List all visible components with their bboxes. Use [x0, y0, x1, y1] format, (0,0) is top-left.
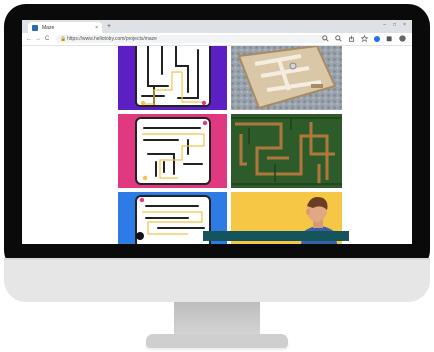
screen: Maze × + – □ × ← → C 🔒 https://www.hello…: [22, 20, 412, 244]
close-window-button[interactable]: ×: [403, 22, 406, 28]
maximize-button[interactable]: □: [393, 22, 396, 28]
zoom-icon[interactable]: [335, 35, 342, 42]
monitor-stand-foot: [146, 334, 288, 348]
share-icon[interactable]: [348, 35, 355, 42]
extension-icon[interactable]: [374, 35, 380, 42]
pink-maze-drawing: [118, 114, 227, 188]
purple-maze-drawing: [118, 46, 227, 110]
profile-avatar-icon[interactable]: [399, 35, 406, 42]
purple-maze-tile[interactable]: [118, 46, 227, 110]
toolbar-icons: [322, 35, 406, 42]
monitor-chin: [4, 258, 430, 302]
new-tab-button[interactable]: +: [107, 22, 111, 31]
browser-tab-bar: Maze × + – □ ×: [22, 20, 412, 33]
cookie-banner[interactable]: [203, 231, 349, 241]
search-icon[interactable]: [322, 35, 329, 42]
window-controls: – □ ×: [383, 22, 406, 28]
browser-toolbar: ← → C 🔒 https://www.hellotoby.com/projec…: [22, 33, 412, 46]
hedge-maze-tile[interactable]: [231, 114, 342, 188]
tab-title: Maze: [42, 24, 55, 31]
back-button[interactable]: ←: [26, 35, 32, 43]
lock-icon: 🔒: [60, 36, 67, 42]
monitor-stand-neck: [174, 302, 260, 338]
site-favicon-icon: [32, 24, 38, 31]
reload-button[interactable]: C: [45, 35, 49, 43]
url-text: https://www.hellotoby.com/projects/maze: [67, 36, 157, 42]
extensions-puzzle-icon[interactable]: [386, 35, 393, 42]
hedge-maze-photo: [231, 114, 342, 188]
tab-close-icon[interactable]: ×: [95, 25, 98, 31]
page-content: [22, 46, 412, 244]
bookmark-star-icon[interactable]: [361, 35, 368, 42]
minimize-button[interactable]: –: [383, 22, 386, 28]
forward-button[interactable]: →: [35, 35, 41, 43]
pink-maze-tile[interactable]: [118, 114, 227, 188]
browser-tab[interactable]: Maze ×: [28, 22, 102, 33]
wooden-maze-tile[interactable]: [231, 46, 342, 110]
address-bar[interactable]: 🔒 https://www.hellotoby.com/projects/maz…: [56, 35, 326, 43]
wooden-maze-photo: [231, 46, 342, 110]
